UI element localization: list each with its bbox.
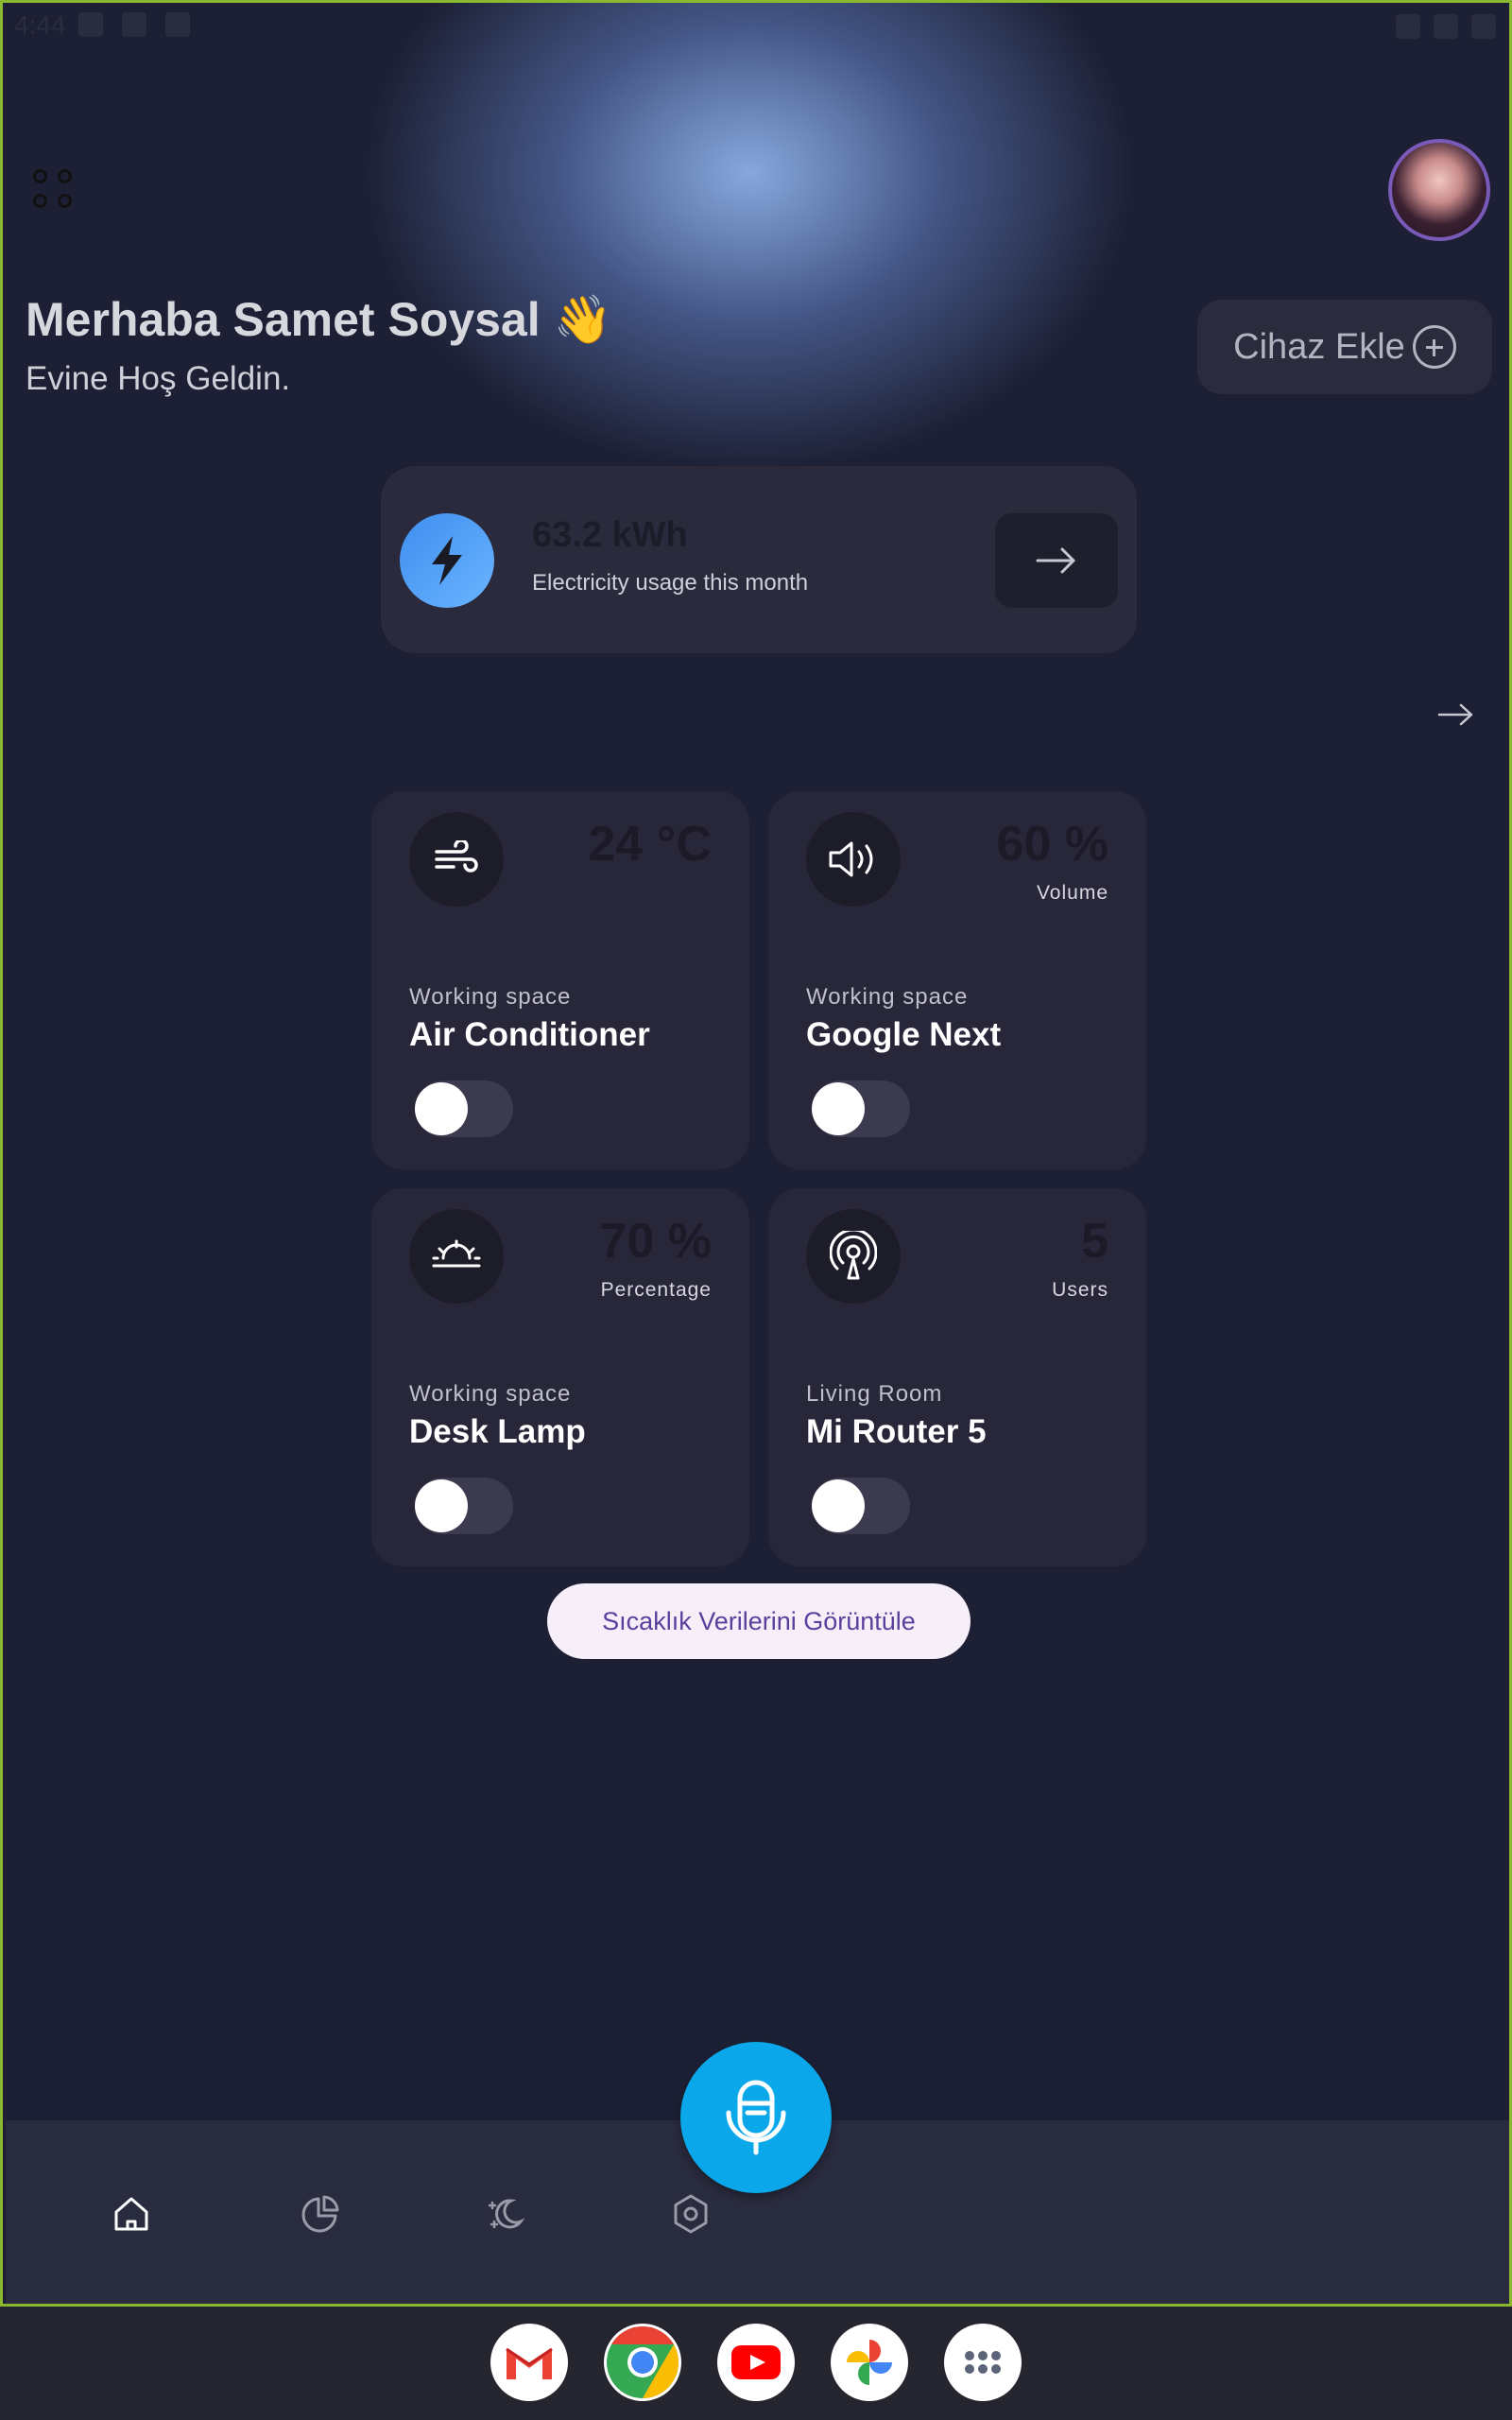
device-name: Mi Router 5 (806, 1413, 987, 1450)
gmail-app-icon[interactable] (490, 2324, 568, 2401)
greeting-title: Merhaba Samet Soysal 👋 (26, 293, 612, 346)
device-power-toggle[interactable] (812, 1080, 910, 1137)
sd-card-icon (165, 12, 190, 37)
system-icons (1396, 14, 1496, 39)
device-card-desk-lamp[interactable]: 70 % Percentage Working space Desk Lamp (371, 1188, 749, 1566)
add-device-label: Cihaz Ekle (1233, 326, 1405, 367)
stats-icon[interactable] (297, 2190, 344, 2238)
menu-grid-icon[interactable] (31, 167, 77, 213)
chrome-app-icon[interactable] (604, 2324, 681, 2401)
toggle-knob (415, 1479, 468, 1532)
energy-value: 63.2 kWh (532, 515, 688, 555)
device-power-toggle[interactable] (415, 1080, 513, 1137)
signal-icon (1434, 14, 1458, 39)
speaker-icon (806, 812, 901, 907)
energy-label: Electricity usage this month (532, 570, 809, 596)
device-value: 24 °C (588, 817, 712, 872)
plus-circle-icon (1412, 325, 1456, 369)
app-dock (0, 2307, 1512, 2420)
status-time: 4:44 (14, 10, 66, 40)
see-all-arrow-icon[interactable] (1437, 700, 1475, 738)
notification-icons (78, 12, 190, 37)
device-name: Air Conditioner (409, 1016, 650, 1053)
device-name: Desk Lamp (409, 1413, 586, 1450)
scenes-icon[interactable] (482, 2190, 529, 2238)
device-unit: Volume (1036, 882, 1108, 904)
header-glow (362, 3, 1137, 475)
device-room: Working space (806, 984, 969, 1010)
lightning-icon (400, 513, 494, 608)
device-card-mi-router[interactable]: 5 Users Living Room Mi Router 5 (768, 1188, 1146, 1566)
energy-details-button[interactable] (995, 513, 1118, 608)
device-value: 5 (1081, 1214, 1108, 1269)
status-bar: 4:44 (3, 3, 1509, 50)
device-unit: Users (1052, 1279, 1108, 1301)
device-card-google-next[interactable]: 60 % Volume Working space Google Next (768, 791, 1146, 1169)
device-power-toggle[interactable] (812, 1478, 910, 1534)
wind-icon (409, 812, 504, 907)
device-card-air-conditioner[interactable]: 24 °C Working space Air Conditioner (371, 791, 749, 1169)
add-device-button[interactable]: Cihaz Ekle (1197, 300, 1492, 394)
battery-icon (1471, 14, 1496, 39)
photos-app-icon[interactable] (831, 2324, 908, 2401)
app-drawer-icon[interactable] (944, 2324, 1022, 2401)
toggle-knob (415, 1082, 468, 1135)
view-temperature-data-button[interactable]: Sıcaklık Verilerini Görüntüle (547, 1583, 971, 1659)
device-unit: Percentage (600, 1279, 712, 1301)
settings-icon[interactable] (667, 2190, 714, 2238)
device-name: Google Next (806, 1016, 1002, 1053)
shield-notification-icon (122, 12, 146, 37)
device-room: Working space (409, 1381, 572, 1407)
toggle-knob (812, 1479, 865, 1532)
microphone-icon (726, 2080, 786, 2155)
energy-card: 63.2 kWh Electricity usage this month (381, 466, 1137, 653)
lamp-icon (409, 1209, 504, 1304)
toggle-knob (812, 1082, 865, 1135)
router-icon (806, 1209, 901, 1304)
voice-assistant-button[interactable] (680, 2042, 832, 2193)
device-room: Living Room (806, 1381, 943, 1407)
greeting-subtitle: Evine Hoş Geldin. (26, 360, 291, 397)
app-screen: 4:44 Merhaba Samet Soysal 👋 Evine Hoş Ge… (0, 0, 1512, 2307)
device-value: 60 % (996, 817, 1108, 872)
avatar[interactable] (1388, 139, 1490, 241)
arrow-right-icon (1036, 547, 1075, 574)
wifi-icon (1396, 14, 1420, 39)
home-icon[interactable] (108, 2190, 155, 2238)
device-room: Working space (409, 984, 572, 1010)
device-value: 70 % (599, 1214, 712, 1269)
device-power-toggle[interactable] (415, 1478, 513, 1534)
youtube-app-icon[interactable] (717, 2324, 795, 2401)
settings-notification-icon (78, 12, 103, 37)
